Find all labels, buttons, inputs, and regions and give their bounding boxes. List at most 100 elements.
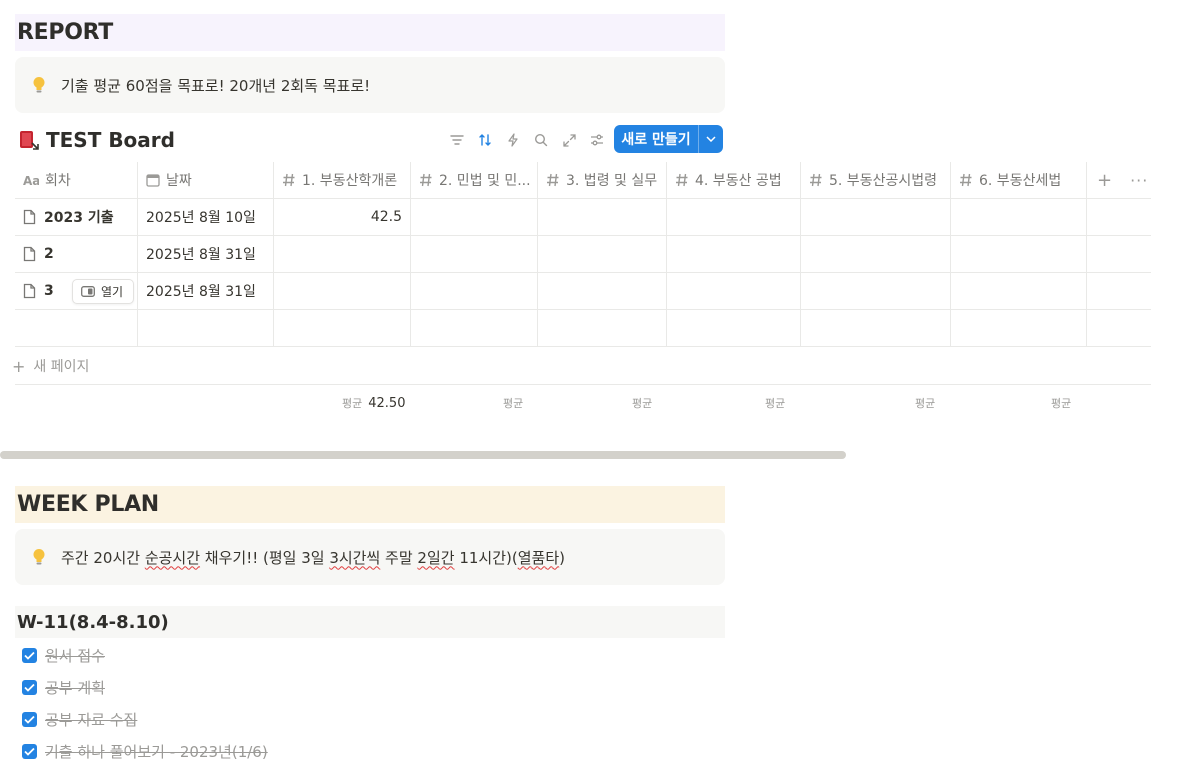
table-row-empty[interactable] bbox=[15, 310, 1151, 347]
text-property-icon: Aa bbox=[23, 174, 39, 186]
horizontal-scrollbar[interactable] bbox=[0, 451, 846, 459]
aggregate-subject-6[interactable]: 평균 bbox=[1051, 394, 1071, 412]
row-score-cell[interactable] bbox=[411, 199, 538, 235]
empty-cell[interactable] bbox=[667, 310, 801, 346]
number-property-icon bbox=[675, 173, 689, 187]
column-header-subject-4[interactable]: 4. 부동산 공법 bbox=[667, 162, 801, 198]
row-score-cell[interactable] bbox=[411, 236, 538, 272]
row-score-cell[interactable] bbox=[667, 236, 801, 272]
row-score-cell[interactable] bbox=[667, 273, 801, 309]
row-score-cell[interactable] bbox=[274, 273, 411, 309]
number-property-icon bbox=[809, 173, 823, 187]
column-header-subject-3[interactable]: 3. 법령 및 실무 bbox=[538, 162, 667, 198]
open-page-button[interactable]: 열기 bbox=[72, 279, 134, 304]
lightbulb-icon bbox=[31, 75, 47, 95]
board-toolbar bbox=[443, 126, 611, 154]
report-callout-text[interactable]: 기출 평균 60점을 목표로! 20개년 2회독 목표로! bbox=[61, 75, 370, 96]
row-name-cell[interactable]: 2 bbox=[15, 236, 138, 272]
column-header-subject-5[interactable]: 5. 부동산공시법령 bbox=[801, 162, 951, 198]
empty-cell[interactable] bbox=[15, 310, 138, 346]
chevron-down-icon[interactable] bbox=[699, 125, 723, 153]
row-name-cell[interactable]: 2023 기출 bbox=[15, 199, 138, 235]
board-title-text[interactable]: TEST Board bbox=[46, 128, 175, 152]
checkbox-checked-icon[interactable] bbox=[22, 647, 37, 663]
week-plan-heading: WEEK PLAN bbox=[15, 486, 725, 523]
row-score-cell[interactable] bbox=[951, 236, 1087, 272]
aggregate-subject-3[interactable]: 평균 bbox=[632, 394, 652, 412]
empty-cell[interactable] bbox=[411, 310, 538, 346]
number-property-icon bbox=[959, 173, 973, 187]
empty-cell bbox=[1087, 310, 1151, 346]
row-score-cell[interactable] bbox=[538, 273, 667, 309]
empty-cell[interactable] bbox=[538, 310, 667, 346]
column-header-date[interactable]: 날짜 bbox=[138, 162, 274, 198]
empty-cell[interactable] bbox=[138, 310, 274, 346]
aggregate-subject-4[interactable]: 평균 bbox=[765, 394, 785, 412]
page-icon bbox=[23, 209, 36, 225]
number-property-icon bbox=[282, 173, 296, 187]
report-callout: 기출 평균 60점을 목표로! 20개년 2회독 목표로! bbox=[15, 57, 725, 113]
number-property-icon bbox=[419, 173, 433, 187]
todo-item[interactable]: 원서 접수 bbox=[22, 644, 105, 666]
new-page-button[interactable]: + 새 페이지 bbox=[12, 355, 89, 377]
empty-cell[interactable] bbox=[801, 310, 951, 346]
row-score-cell[interactable] bbox=[801, 199, 951, 235]
checkbox-checked-icon[interactable] bbox=[22, 679, 37, 695]
column-header-actions: + ··· bbox=[1087, 162, 1151, 198]
row-score-cell[interactable] bbox=[274, 236, 411, 272]
more-options-icon[interactable]: ··· bbox=[1130, 171, 1148, 190]
row-score-cell[interactable] bbox=[801, 273, 951, 309]
empty-cell[interactable] bbox=[951, 310, 1087, 346]
column-header-subject-6[interactable]: 6. 부동산세법 bbox=[951, 162, 1087, 198]
table-row[interactable]: 3 열기 2025년 8월 31일 bbox=[15, 273, 1151, 310]
week-sub-heading: W-11(8.4-8.10) bbox=[15, 606, 725, 638]
empty-cell[interactable] bbox=[274, 310, 411, 346]
plus-icon: + bbox=[12, 356, 26, 376]
search-icon[interactable] bbox=[527, 126, 555, 154]
row-date-cell[interactable]: 2025년 8월 31일 bbox=[138, 273, 274, 309]
week-plan-callout: 주간 20시간 순공시간 채우기!! (평일 3일 3시간씩 주말 2일간 11… bbox=[15, 529, 725, 585]
table-row[interactable]: 2 2025년 8월 31일 bbox=[15, 236, 1151, 273]
new-button-label[interactable]: 새로 만들기 bbox=[614, 125, 699, 153]
report-heading-text: REPORT bbox=[17, 20, 113, 45]
filter-icon[interactable] bbox=[443, 126, 471, 154]
table-row[interactable]: 2023 기출 2025년 8월 10일 42.5 bbox=[15, 199, 1151, 236]
table-footer-divider bbox=[15, 384, 1151, 385]
column-header-subject-2[interactable]: 2. 민법 및 민... bbox=[411, 162, 538, 198]
row-score-cell[interactable] bbox=[411, 273, 538, 309]
aggregate-subject-2[interactable]: 평균 bbox=[503, 394, 523, 412]
sort-icon[interactable] bbox=[471, 126, 499, 154]
row-empty-cell bbox=[1087, 199, 1151, 235]
week-plan-callout-text[interactable]: 주간 20시간 순공시간 채우기!! (평일 3일 3시간씩 주말 2일간 11… bbox=[61, 547, 565, 568]
settings-sliders-icon[interactable] bbox=[583, 126, 611, 154]
row-score-cell[interactable]: 42.5 bbox=[274, 199, 411, 235]
svg-text:Aa: Aa bbox=[23, 174, 39, 186]
todo-item[interactable]: 공부 계획 bbox=[22, 676, 105, 698]
aggregate-subject-5[interactable]: 평균 bbox=[915, 394, 935, 412]
row-score-cell[interactable] bbox=[538, 199, 667, 235]
row-empty-cell bbox=[1087, 236, 1151, 272]
book-icon bbox=[18, 129, 40, 151]
column-header-name[interactable]: Aa 회차 bbox=[15, 162, 138, 198]
row-name-cell[interactable]: 3 열기 bbox=[15, 273, 138, 309]
todo-item[interactable]: 기출 하나 풀어보기 - 2023년(1/6) bbox=[22, 740, 268, 762]
page-icon bbox=[23, 246, 36, 262]
row-score-cell[interactable] bbox=[538, 236, 667, 272]
row-score-cell[interactable] bbox=[801, 236, 951, 272]
add-column-icon[interactable]: + bbox=[1097, 170, 1112, 191]
aggregate-subject-1[interactable]: 평균 42.50 bbox=[342, 394, 405, 412]
new-button[interactable]: 새로 만들기 bbox=[614, 125, 723, 153]
side-peek-icon bbox=[81, 286, 95, 297]
row-score-cell[interactable] bbox=[951, 199, 1087, 235]
row-date-cell[interactable]: 2025년 8월 10일 bbox=[138, 199, 274, 235]
checkbox-checked-icon[interactable] bbox=[22, 743, 37, 759]
page-icon bbox=[23, 283, 36, 299]
row-date-cell[interactable]: 2025년 8월 31일 bbox=[138, 236, 274, 272]
row-score-cell[interactable] bbox=[667, 199, 801, 235]
todo-item[interactable]: 공부 자료 수집 bbox=[22, 708, 137, 730]
expand-icon[interactable] bbox=[555, 126, 583, 154]
checkbox-checked-icon[interactable] bbox=[22, 711, 37, 727]
automation-icon[interactable] bbox=[499, 126, 527, 154]
row-score-cell[interactable] bbox=[951, 273, 1087, 309]
column-header-subject-1[interactable]: 1. 부동산학개론 bbox=[274, 162, 411, 198]
